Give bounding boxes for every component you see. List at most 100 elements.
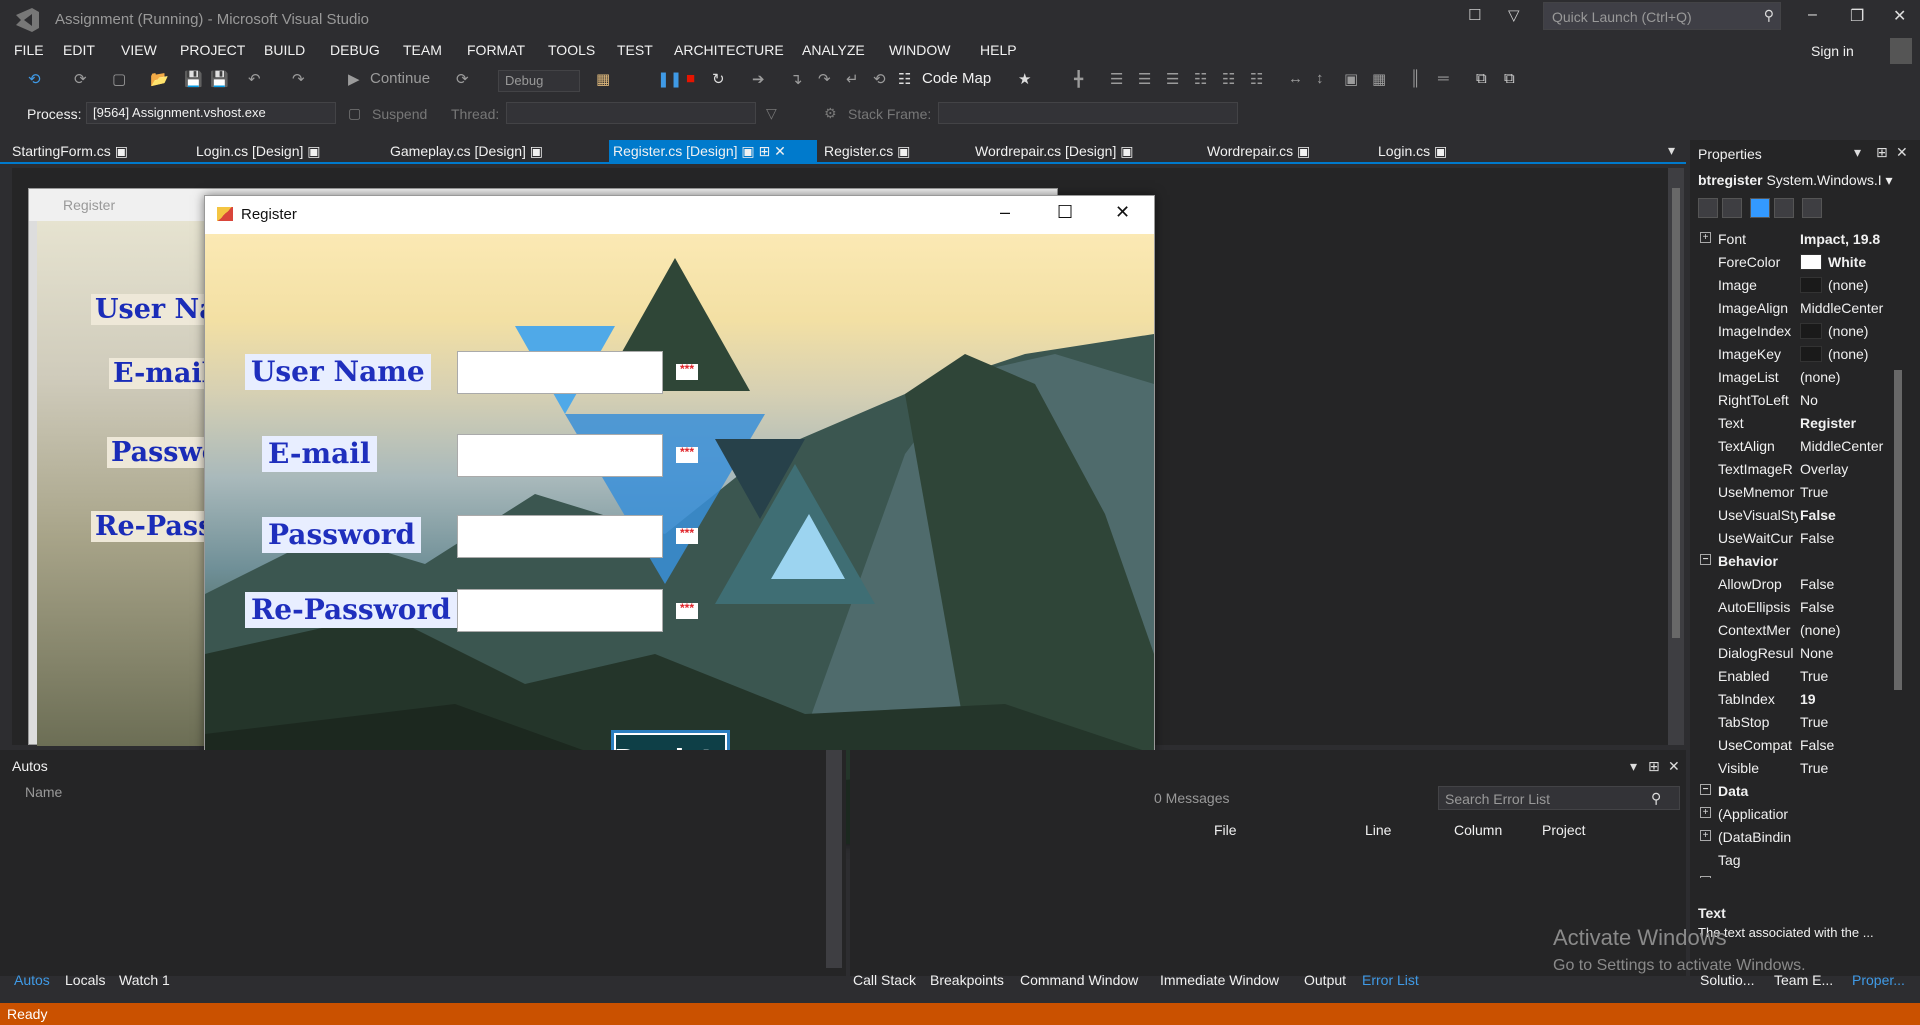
design-label-email[interactable]: E-mail bbox=[109, 358, 216, 389]
close-icon[interactable]: ✕ bbox=[1668, 758, 1680, 775]
property-row[interactable]: ContextMer (none) bbox=[1690, 619, 1900, 642]
stack-frame-dropdown[interactable] bbox=[938, 102, 1238, 124]
property-value[interactable]: No bbox=[1800, 392, 1900, 408]
property-row[interactable]: ForeColor White bbox=[1690, 251, 1900, 274]
property-category[interactable]: − Behavior bbox=[1690, 550, 1900, 573]
tab-output[interactable]: Output bbox=[1304, 972, 1346, 988]
new-project-icon[interactable]: ▢ bbox=[112, 70, 126, 88]
collapse-icon[interactable]: − bbox=[1700, 554, 1711, 565]
close-icon[interactable]: ✕ bbox=[1896, 144, 1908, 161]
property-value[interactable]: False bbox=[1800, 737, 1900, 753]
menu-team[interactable]: TEAM bbox=[403, 42, 442, 58]
dropdown-icon[interactable]: ▾ bbox=[1854, 144, 1861, 161]
property-row[interactable]: Visible True bbox=[1690, 757, 1900, 780]
property-row[interactable]: DialogResul None bbox=[1690, 642, 1900, 665]
tab-close-icon[interactable]: ✕ bbox=[774, 143, 786, 159]
property-value[interactable]: (none) bbox=[1828, 277, 1900, 293]
property-value[interactable]: Register bbox=[1800, 415, 1900, 431]
navigate-back-icon[interactable]: ⟲ bbox=[28, 70, 41, 88]
property-row[interactable]: ImageIndex (none) bbox=[1690, 320, 1900, 343]
property-row[interactable]: + (Applicatior bbox=[1690, 803, 1900, 826]
open-file-icon[interactable]: 📂 bbox=[150, 70, 169, 88]
continue-icon[interactable]: ▶ bbox=[348, 70, 360, 88]
property-row[interactable]: AllowDrop False bbox=[1690, 573, 1900, 596]
property-row[interactable]: TextImageR Overlay bbox=[1690, 458, 1900, 481]
align-centers-icon[interactable]: ☰ bbox=[1138, 70, 1151, 88]
stop-debugging-icon[interactable]: ■ bbox=[686, 70, 695, 87]
align-middles-icon[interactable]: ☷ bbox=[1222, 70, 1235, 88]
align-bottoms-icon[interactable]: ☷ bbox=[1250, 70, 1263, 88]
property-row[interactable]: Tag bbox=[1690, 849, 1900, 872]
property-row[interactable]: TabStop True bbox=[1690, 711, 1900, 734]
step-into-icon[interactable]: ↴ bbox=[790, 70, 803, 88]
menu-build[interactable]: BUILD bbox=[264, 42, 305, 58]
property-row[interactable]: UseVisualSty False bbox=[1690, 504, 1900, 527]
form-maximize-icon[interactable]: ☐ bbox=[1057, 202, 1073, 223]
design-label-username[interactable]: User Na bbox=[91, 294, 221, 325]
property-row[interactable]: ImageList (none) bbox=[1690, 366, 1900, 389]
tab-startingform-cs[interactable]: StartingForm.cs ▣ bbox=[8, 140, 132, 162]
code-map-button[interactable]: Code Map bbox=[922, 70, 991, 87]
menu-architecture[interactable]: ARCHITECTURE bbox=[674, 42, 784, 58]
property-row[interactable]: TextAlign MiddleCenter bbox=[1690, 435, 1900, 458]
thread-dropdown[interactable] bbox=[506, 102, 756, 124]
tab-gameplay-design[interactable]: Gameplay.cs [Design] ▣ bbox=[386, 140, 547, 162]
property-row[interactable]: RightToLeft No bbox=[1690, 389, 1900, 412]
alphabetical-icon[interactable] bbox=[1722, 198, 1742, 218]
suspend-button[interactable]: Suspend bbox=[372, 106, 427, 122]
autos-column-name[interactable]: Name bbox=[25, 784, 62, 800]
property-value[interactable]: Impact, 19.8 bbox=[1800, 231, 1900, 247]
password-input[interactable] bbox=[457, 515, 663, 558]
designer-scrollbar[interactable] bbox=[1668, 168, 1684, 745]
property-value[interactable]: (none) bbox=[1800, 622, 1900, 638]
sign-in-link[interactable]: Sign in bbox=[1811, 43, 1854, 59]
form-minimize-icon[interactable]: – bbox=[1000, 202, 1010, 223]
property-row[interactable]: AutoEllipsis False bbox=[1690, 596, 1900, 619]
property-row[interactable]: ImageKey (none) bbox=[1690, 343, 1900, 366]
undo-icon[interactable]: ↶ bbox=[248, 70, 261, 88]
continue-button[interactable]: Continue bbox=[370, 70, 430, 87]
menu-view[interactable]: VIEW bbox=[121, 42, 157, 58]
restart-icon[interactable]: ↻ bbox=[712, 70, 725, 88]
autos-scrollbar[interactable] bbox=[826, 750, 842, 968]
tab-wordrepair-cs[interactable]: Wordrepair.cs ▣ bbox=[1203, 140, 1314, 162]
suspend-icon[interactable]: ▢ bbox=[348, 105, 361, 122]
align-lefts-icon[interactable]: ☰ bbox=[1110, 70, 1123, 88]
tab-autos[interactable]: Autos bbox=[14, 972, 50, 988]
pin-icon[interactable]: ⊞ bbox=[1648, 758, 1660, 775]
align-rights-icon[interactable]: ☰ bbox=[1166, 70, 1179, 88]
menu-help[interactable]: HELP bbox=[980, 42, 1017, 58]
property-value[interactable]: (none) bbox=[1828, 346, 1900, 362]
vertical-spacing-icon[interactable]: ═ bbox=[1438, 70, 1449, 87]
register-form-window[interactable]: Register – ☐ ✕ User Name *** E-mail *** … bbox=[204, 195, 1155, 844]
menu-analyze[interactable]: ANALYZE bbox=[802, 42, 865, 58]
step-out-icon[interactable]: ↵ bbox=[846, 70, 859, 88]
column-project[interactable]: Project bbox=[1542, 822, 1586, 838]
property-row[interactable]: + Font Impact, 19.8 bbox=[1690, 228, 1900, 251]
hex-icon[interactable]: ⟲ bbox=[873, 70, 886, 88]
property-row[interactable]: UseMnemor True bbox=[1690, 481, 1900, 504]
show-next-statement-icon[interactable]: ➔ bbox=[752, 70, 765, 88]
make-same-width-icon[interactable]: ↔ bbox=[1288, 70, 1303, 87]
property-row[interactable]: UseWaitCur False bbox=[1690, 527, 1900, 550]
scrollbar-thumb[interactable] bbox=[1672, 188, 1680, 638]
menu-edit[interactable]: EDIT bbox=[63, 42, 95, 58]
tab-error-list[interactable]: Error List bbox=[1362, 972, 1419, 988]
tab-call-stack[interactable]: Call Stack bbox=[853, 972, 916, 988]
menu-window[interactable]: WINDOW bbox=[889, 42, 950, 58]
tab-wordrepair-design[interactable]: Wordrepair.cs [Design] ▣ bbox=[971, 140, 1137, 162]
feedback-icon[interactable]: ☐ bbox=[1468, 6, 1481, 24]
pin-icon[interactable]: ⊞ bbox=[759, 143, 771, 159]
property-value[interactable]: White bbox=[1828, 254, 1900, 270]
align-grid-icon[interactable]: ╋ bbox=[1074, 70, 1083, 88]
show-threads-icon[interactable]: ⚙ bbox=[824, 105, 837, 122]
property-value[interactable]: MiddleCenter bbox=[1800, 300, 1900, 316]
repassword-input[interactable] bbox=[457, 589, 663, 632]
property-value[interactable]: True bbox=[1800, 668, 1900, 684]
expand-icon[interactable]: + bbox=[1700, 807, 1711, 818]
property-category[interactable]: − Design bbox=[1690, 872, 1900, 878]
close-icon[interactable]: ✕ bbox=[1893, 6, 1906, 26]
horizontal-spacing-icon[interactable]: ║ bbox=[1410, 70, 1421, 87]
break-all-icon[interactable]: ❚❚ bbox=[657, 70, 682, 88]
property-row[interactable]: ImageAlign MiddleCenter bbox=[1690, 297, 1900, 320]
